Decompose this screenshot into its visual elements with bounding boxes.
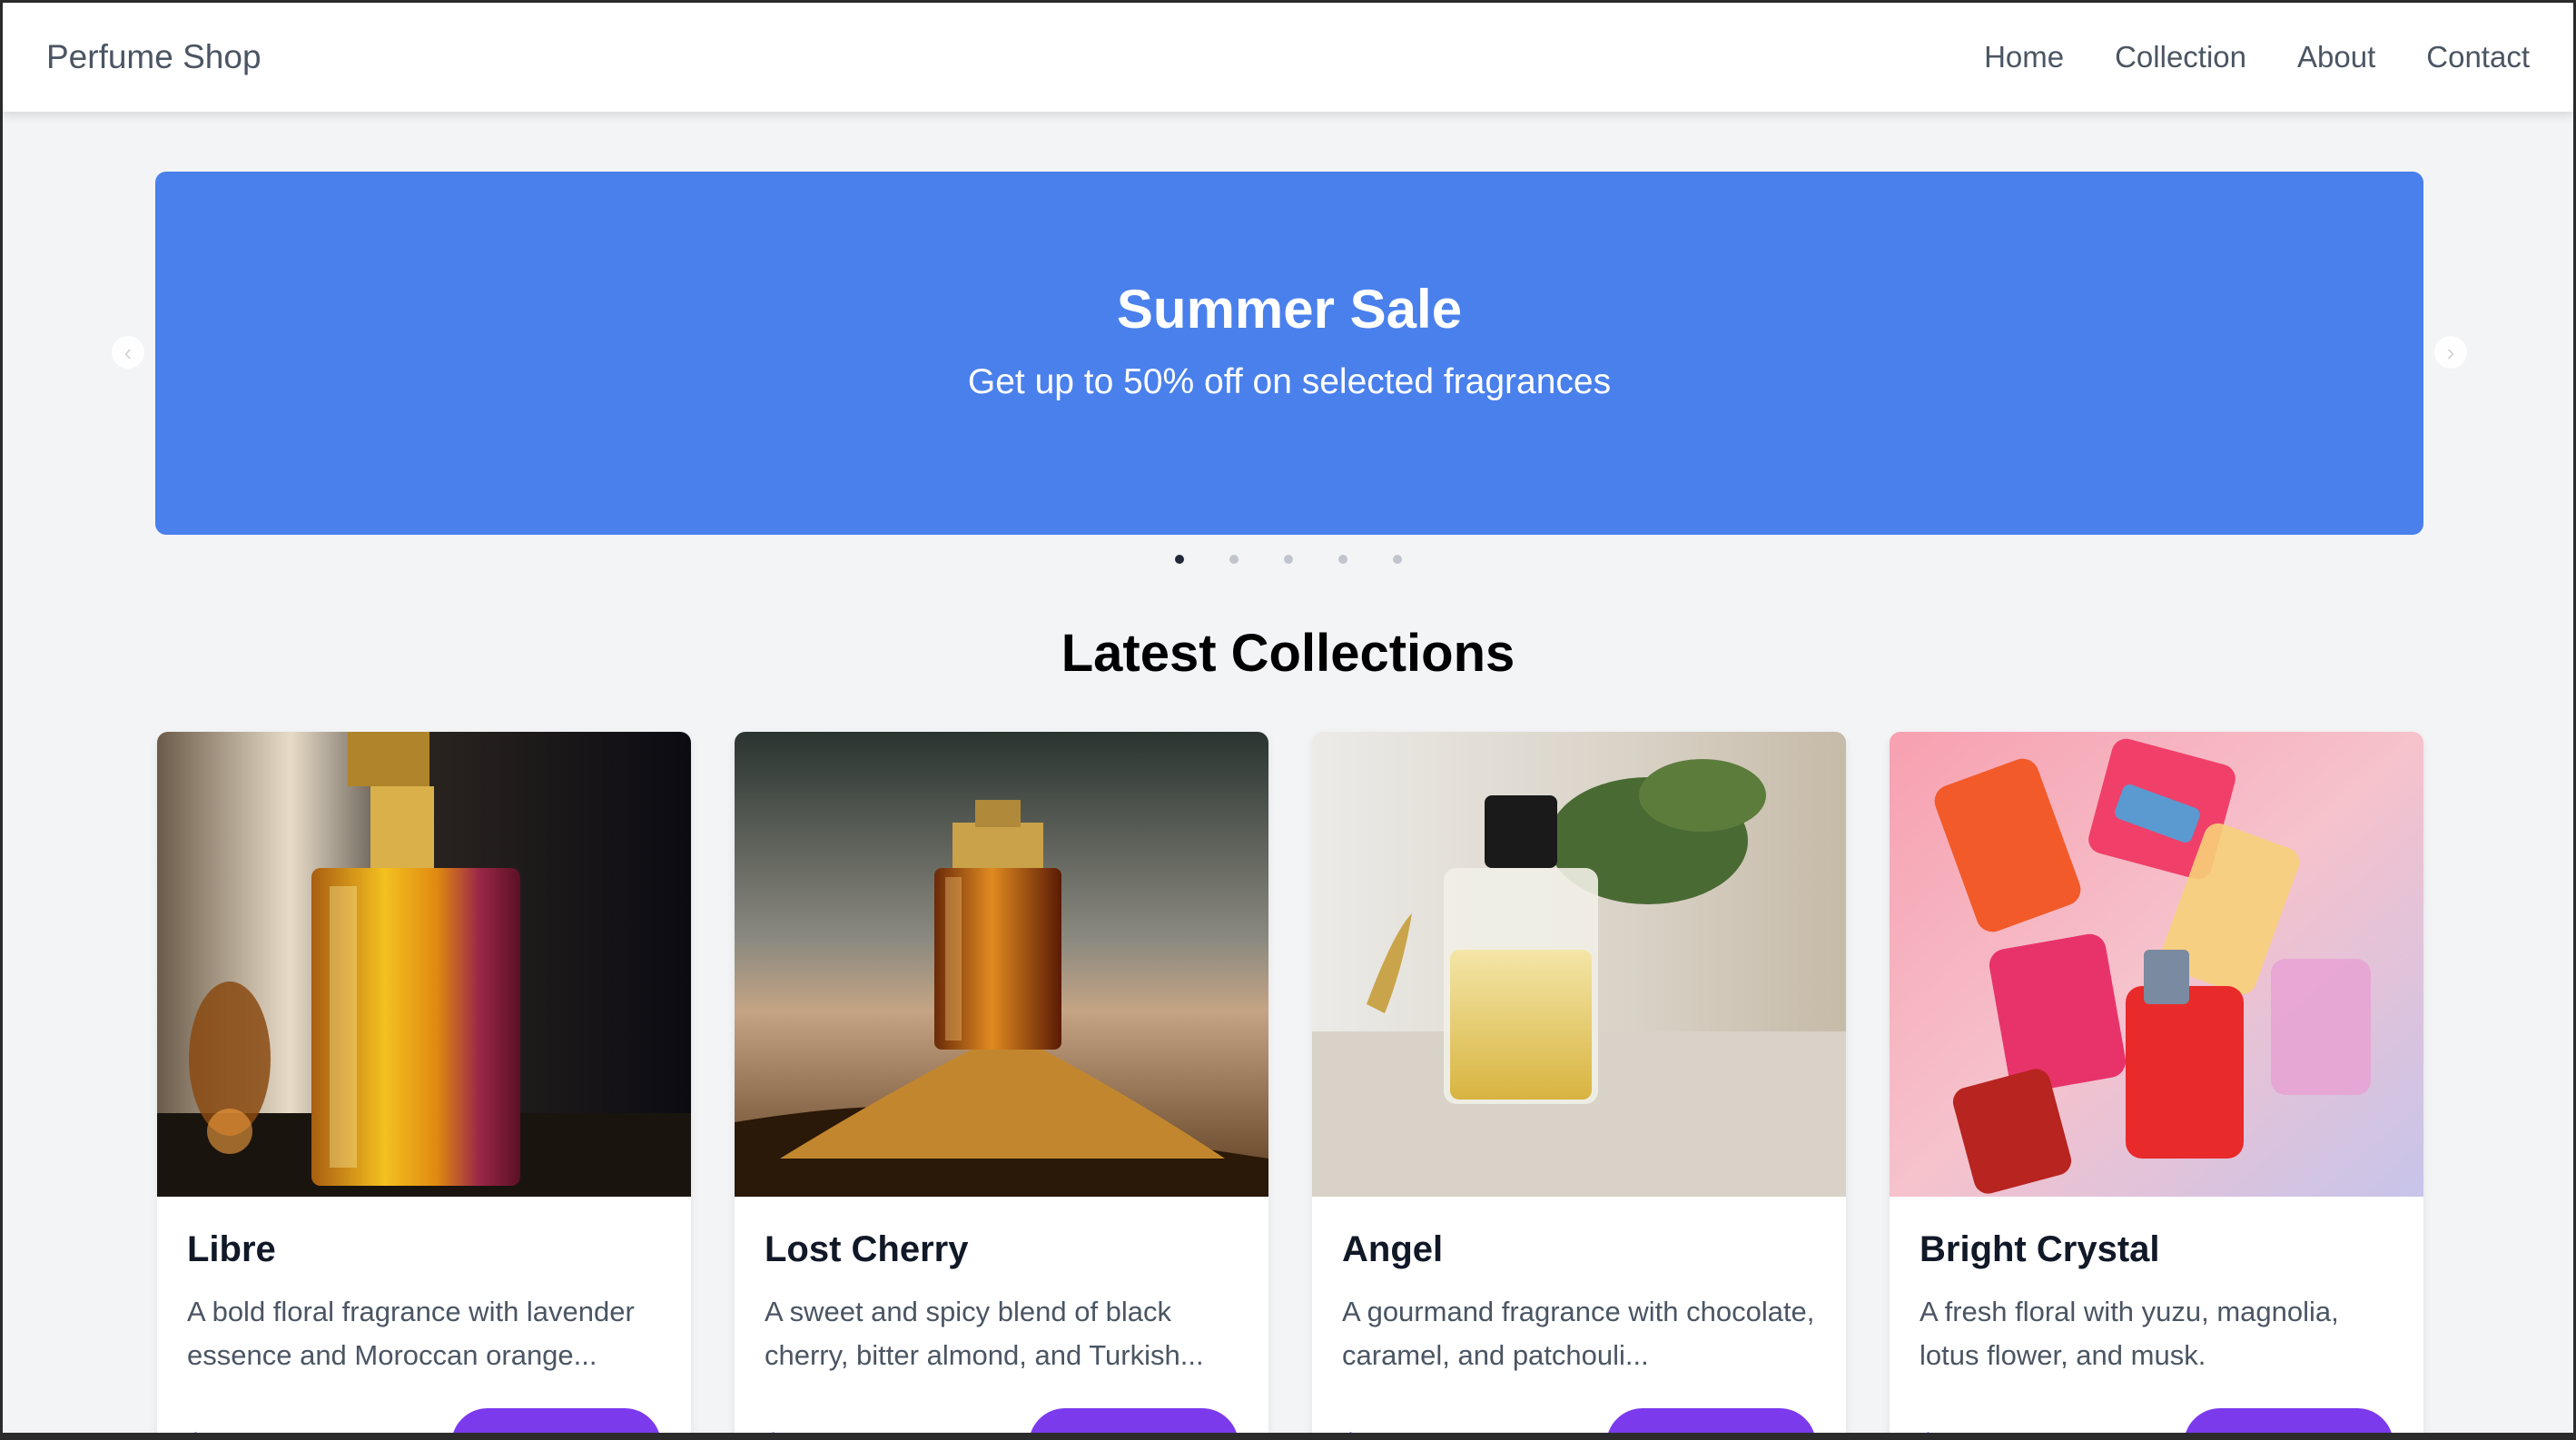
product-price: $85 (187, 1428, 239, 1434)
card-body: Bright Crystal A fresh floral with yuzu,… (1890, 1197, 2423, 1434)
nav-link-about[interactable]: About (2297, 40, 2375, 74)
product-description: A gourmand fragrance with chocolate, car… (1342, 1296, 1815, 1371)
product-price: $72 (1342, 1428, 1394, 1434)
carousel-dot-3[interactable] (1283, 555, 1293, 564)
brand-logo[interactable]: Perfume Shop (46, 38, 262, 76)
product-price: $65 (1920, 1428, 1971, 1434)
product-image[interactable] (1890, 732, 2423, 1197)
carousel-dots (3, 555, 2573, 564)
carousel-dot-2[interactable] (1229, 555, 1239, 564)
product-name: Angel (1342, 1229, 1444, 1269)
card-footer: $85 Add to Cart (187, 1408, 661, 1434)
add-to-cart-button[interactable]: Add to Cart (451, 1408, 661, 1433)
card-footer: $175 Add to Cart (765, 1408, 1239, 1434)
nav-link-collection[interactable]: Collection (2115, 40, 2246, 74)
chevron-right-icon[interactable]: › (2434, 336, 2467, 369)
chevron-left-icon[interactable]: ‹ (112, 336, 144, 369)
section-title: Latest Collections (1061, 624, 1515, 683)
card-body: Angel A gourmand fragrance with chocolat… (1312, 1197, 1846, 1434)
product-card: Lost Cherry A sweet and spicy blend of b… (735, 732, 1268, 1434)
nav-link-home[interactable]: Home (1984, 40, 2064, 74)
product-card: Angel A gourmand fragrance with chocolat… (1312, 732, 1846, 1434)
card-body: Libre A bold floral fragrance with laven… (157, 1197, 691, 1434)
product-name: Libre (187, 1229, 276, 1269)
card-body: Lost Cherry A sweet and spicy blend of b… (735, 1197, 1268, 1434)
carousel-dot-1[interactable] (1174, 555, 1184, 564)
carousel-dot-4[interactable] (1337, 555, 1347, 564)
product-image[interactable] (735, 732, 1268, 1197)
product-image[interactable] (1312, 732, 1846, 1197)
nav-links: Home Collection About Contact (1984, 40, 2530, 74)
add-to-cart-button[interactable]: Add to Cart (1029, 1408, 1239, 1433)
card-footer: $65 Add to Cart (1920, 1408, 2393, 1434)
product-name: Bright Crystal (1920, 1229, 2160, 1269)
product-card: Libre A bold floral fragrance with laven… (157, 732, 691, 1434)
product-description: A bold floral fragrance with lavender es… (187, 1296, 635, 1371)
product-description: A sweet and spicy blend of black cherry,… (765, 1296, 1204, 1371)
sale-banner[interactable]: Summer Sale Get up to 50% off on selecte… (155, 172, 2423, 535)
banner-subtitle: Get up to 50% off on selected fragrances (967, 361, 1612, 401)
hero-carousel: ‹ Summer Sale Get up to 50% off on selec… (3, 112, 2573, 584)
product-grid: Libre A bold floral fragrance with laven… (157, 732, 2425, 1434)
add-to-cart-button[interactable]: Add to Cart (2184, 1408, 2393, 1433)
nav-link-contact[interactable]: Contact (2426, 40, 2530, 74)
card-footer: $72 Add to Cart (1342, 1408, 1816, 1434)
navbar: Perfume Shop Home Collection About Conta… (3, 3, 2573, 112)
banner-title: Summer Sale (1116, 278, 1463, 340)
add-to-cart-button[interactable]: Add to Cart (1606, 1408, 1816, 1433)
page: Perfume Shop Home Collection About Conta… (0, 0, 2576, 1440)
product-card: Bright Crystal A fresh floral with yuzu,… (1890, 732, 2423, 1434)
product-price: $175 (765, 1428, 834, 1434)
product-name: Lost Cherry (765, 1229, 969, 1269)
carousel-dot-5[interactable] (1392, 555, 1402, 564)
product-image[interactable] (157, 732, 691, 1197)
product-description: A fresh floral with yuzu, magnolia, lotu… (1920, 1296, 2339, 1371)
